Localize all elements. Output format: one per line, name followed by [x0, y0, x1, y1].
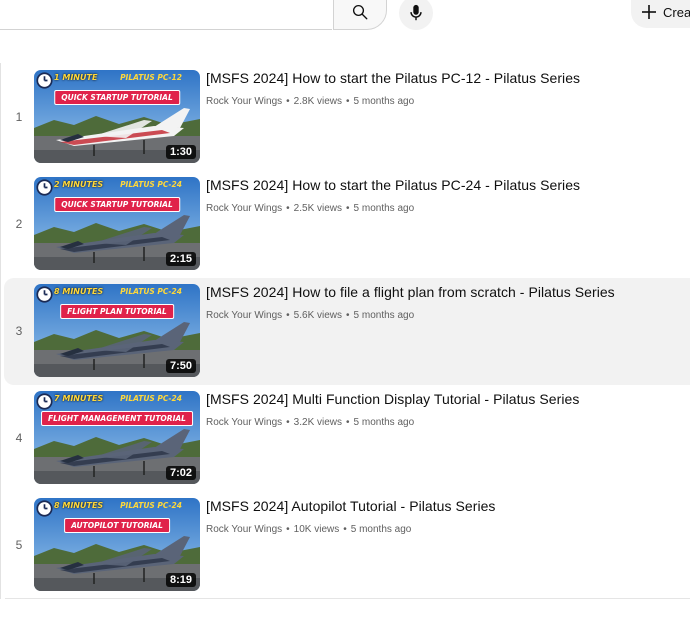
meta-separator: •	[286, 524, 290, 535]
meta-separator: •	[346, 96, 350, 107]
thumbnail-tutorial-banner: FLIGHT MANAGEMENT TUTORIAL	[41, 411, 193, 426]
thumbnail-minutes: 2 MINUTES	[54, 180, 104, 189]
video-meta: Rock Your Wings • 2.8K views • 5 months ago	[206, 96, 414, 107]
meta-separator: •	[343, 524, 347, 535]
search-input[interactable]	[0, 0, 332, 30]
playlist-index: 4	[15, 431, 23, 445]
playlist-item[interactable]: 3 8 MINUTES PILATUS PC-24 FLIGHT PLAN TU…	[4, 278, 690, 385]
meta-separator: •	[346, 203, 350, 214]
create-label: Create	[663, 4, 690, 20]
video-title[interactable]: [MSFS 2024] How to file a flight plan fr…	[206, 284, 615, 300]
thumbnail-minutes: 7 MINUTES	[54, 394, 104, 403]
thumbnail-tutorial-banner: AUTOPILOT TUTORIAL	[64, 518, 170, 533]
duration-badge: 2:15	[165, 252, 196, 266]
thumbnail-model: PILATUS PC-24	[120, 501, 182, 510]
meta-separator: •	[346, 310, 350, 321]
view-count: 5.6K views	[293, 310, 343, 321]
view-count: 2.8K views	[293, 96, 343, 107]
thumbnail-model: PILATUS PC-12	[120, 73, 182, 82]
video-meta: Rock Your Wings • 10K views • 5 months ago	[206, 524, 411, 535]
upload-age: 5 months ago	[353, 96, 415, 107]
view-count: 10K views	[293, 524, 340, 535]
meta-separator: •	[286, 203, 290, 214]
view-count: 2.5K views	[293, 203, 343, 214]
upload-age: 5 months ago	[350, 524, 412, 535]
video-meta: Rock Your Wings • 2.5K views • 5 months ago	[206, 203, 414, 214]
playlist-index: 1	[15, 110, 23, 124]
meta-separator: •	[286, 96, 290, 107]
playlist-index: 3	[15, 324, 23, 338]
video-thumbnail[interactable]: 7 MINUTES PILATUS PC-24 FLIGHT MANAGEMEN…	[34, 391, 200, 484]
playlist-index: 5	[15, 538, 23, 552]
playlist-item[interactable]: 5 8 MINUTES PILATUS PC-24 AUTOPILOT TUTO…	[4, 492, 690, 599]
playlist-index: 2	[15, 217, 23, 231]
view-count: 3.2K views	[293, 417, 343, 428]
video-thumbnail[interactable]: 8 MINUTES PILATUS PC-24 FLIGHT PLAN TUTO…	[34, 284, 200, 377]
video-meta: Rock Your Wings • 5.6K views • 5 months ago	[206, 310, 414, 321]
video-thumbnail[interactable]: 1 MINUTE PILATUS PC-12 QUICK STARTUP TUT…	[34, 70, 200, 163]
playlist-item[interactable]: 1 1 MINUTE PILATUS PC-12 QUICK STARTUP T…	[4, 64, 690, 171]
thumbnail-model: PILATUS PC-24	[120, 287, 182, 296]
voice-search-button[interactable]	[399, 0, 433, 30]
playlist-item[interactable]: 4 7 MINUTES PILATUS PC-24 FLIGHT MANAGEM…	[4, 385, 690, 492]
duration-badge: 8:19	[165, 573, 196, 587]
video-title[interactable]: [MSFS 2024] How to start the Pilatus PC-…	[206, 70, 580, 86]
channel-name[interactable]: Rock Your Wings	[206, 310, 282, 321]
clock-icon	[36, 286, 53, 303]
video-meta: Rock Your Wings • 3.2K views • 5 months ago	[206, 417, 414, 428]
duration-badge: 7:50	[165, 359, 196, 373]
plus-icon	[642, 5, 656, 19]
search-button[interactable]	[333, 0, 387, 30]
thumbnail-tutorial-banner: QUICK STARTUP TUTORIAL	[54, 197, 180, 212]
thumbnail-model: PILATUS PC-24	[120, 180, 182, 189]
channel-name[interactable]: Rock Your Wings	[206, 417, 282, 428]
playlist-item[interactable]: 2 2 MINUTES PILATUS PC-24 QUICK STARTUP …	[4, 171, 690, 278]
microphone-icon	[410, 4, 422, 21]
duration-badge: 7:02	[165, 466, 196, 480]
create-button[interactable]: Create	[631, 0, 690, 28]
channel-name[interactable]: Rock Your Wings	[206, 203, 282, 214]
video-thumbnail[interactable]: 2 MINUTES PILATUS PC-24 QUICK STARTUP TU…	[34, 177, 200, 270]
top-bar: Create	[0, 0, 690, 34]
meta-separator: •	[286, 310, 290, 321]
clock-icon	[36, 500, 53, 517]
upload-age: 5 months ago	[353, 310, 415, 321]
video-title[interactable]: [MSFS 2024] Autopilot Tutorial - Pilatus…	[206, 498, 496, 514]
thumbnail-model: PILATUS PC-24	[120, 394, 182, 403]
video-title[interactable]: [MSFS 2024] How to start the Pilatus PC-…	[206, 177, 580, 193]
thumbnail-tutorial-banner: FLIGHT PLAN TUTORIAL	[60, 304, 174, 319]
channel-name[interactable]: Rock Your Wings	[206, 524, 282, 535]
meta-separator: •	[346, 417, 350, 428]
meta-separator: •	[286, 417, 290, 428]
duration-badge: 1:30	[165, 145, 196, 159]
search-icon	[352, 4, 368, 20]
thumbnail-minutes: 8 MINUTES	[54, 287, 104, 296]
thumbnail-minutes: 8 MINUTES	[54, 501, 104, 510]
upload-age: 5 months ago	[353, 203, 415, 214]
clock-icon	[36, 393, 53, 410]
channel-name[interactable]: Rock Your Wings	[206, 96, 282, 107]
video-thumbnail[interactable]: 8 MINUTES PILATUS PC-24 AUTOPILOT TUTORI…	[34, 498, 200, 591]
clock-icon	[36, 179, 53, 196]
clock-icon	[36, 72, 53, 89]
thumbnail-minutes: 1 MINUTE	[54, 73, 98, 82]
thumbnail-tutorial-banner: QUICK STARTUP TUTORIAL	[54, 90, 180, 105]
upload-age: 5 months ago	[353, 417, 415, 428]
video-title[interactable]: [MSFS 2024] Multi Function Display Tutor…	[206, 391, 579, 407]
